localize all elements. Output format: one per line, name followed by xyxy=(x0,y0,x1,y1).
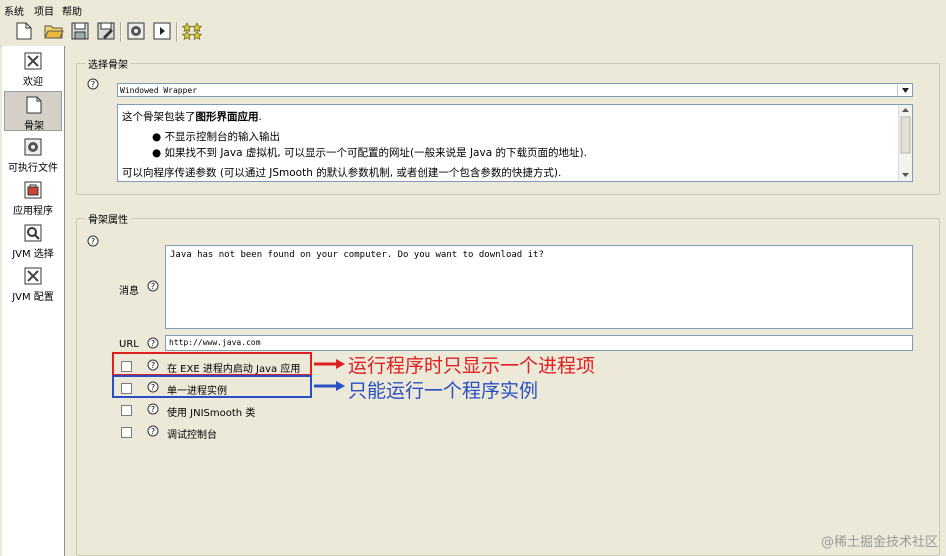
group-title: 骨架属性 xyxy=(85,211,131,226)
compile-icon[interactable] xyxy=(126,21,146,41)
desc-line: 可以向程序传递参数 (可以通过 JSmooth 的默认参数机制, 或者创建一个包… xyxy=(122,167,562,179)
message-textarea[interactable]: Java has not been found on your computer… xyxy=(165,245,913,329)
checkbox-label: 使用 JNISmooth 类 xyxy=(167,408,256,419)
menu-project[interactable]: 项目 xyxy=(34,3,54,18)
welcome-icon xyxy=(24,52,42,70)
checkbox-jnismooth[interactable] xyxy=(121,405,132,416)
watermark: @稀土掘金技术社区 xyxy=(820,535,938,550)
desc-bold: 图形界面应用 xyxy=(195,111,259,123)
toolbar-separator xyxy=(120,22,121,42)
blue-arrow-icon xyxy=(314,381,345,391)
menu-system[interactable]: 系统 xyxy=(4,3,24,18)
run-icon[interactable] xyxy=(152,21,172,41)
sidebar: 欢迎 骨架 可执行文件 应用程序 JVM 选择 JVM 配置 xyxy=(2,46,65,556)
open-folder-icon[interactable] xyxy=(44,21,64,41)
message-label: 消息 xyxy=(119,286,139,297)
svg-text:?: ? xyxy=(91,80,95,89)
group-title: 选择骨架 xyxy=(85,56,131,71)
executable-icon xyxy=(24,138,42,156)
help-icon[interactable]: ? xyxy=(147,425,159,437)
bullet-item: 不显示控制台的输入输出 xyxy=(164,131,281,143)
desc-suffix: . xyxy=(258,111,262,123)
sidebar-item-welcome[interactable]: 欢迎 xyxy=(4,48,62,88)
save-as-icon[interactable] xyxy=(96,21,116,41)
wizard-icon[interactable] xyxy=(182,21,202,41)
red-arrow-icon xyxy=(314,359,345,369)
save-icon[interactable] xyxy=(70,21,90,41)
jvm-config-icon xyxy=(24,267,42,285)
application-icon xyxy=(24,181,42,199)
desc-line: 这个骨架包装了 xyxy=(122,111,196,123)
red-highlight-box xyxy=(112,352,312,376)
svg-text:?: ? xyxy=(151,339,155,348)
svg-text:?: ? xyxy=(91,237,95,246)
description-text: 这个骨架包装了图形界面应用. ● 不显示控制台的输入输出 ● 如果找不到 Jav… xyxy=(122,109,892,181)
sidebar-item-executable[interactable]: 可执行文件 xyxy=(4,134,62,174)
main-panel: 选择骨架 ? Windowed Wrapper 这个骨架包装了图形界面应用. ●… xyxy=(66,46,946,556)
skeleton-select-group: 选择骨架 ? Windowed Wrapper 这个骨架包装了图形界面应用. ●… xyxy=(76,56,940,195)
skeleton-combo[interactable]: Windowed Wrapper xyxy=(117,83,913,97)
menu-help[interactable]: 帮助 xyxy=(62,3,82,18)
jvm-select-icon xyxy=(24,224,42,242)
skeleton-description: 这个骨架包装了图形界面应用. ● 不显示控制台的输入输出 ● 如果找不到 Jav… xyxy=(117,104,913,182)
sidebar-item-label: JVM 选择 xyxy=(12,249,54,260)
help-icon[interactable]: ? xyxy=(87,78,99,90)
svg-text:?: ? xyxy=(151,405,155,414)
sidebar-item-label: 骨架 xyxy=(24,121,44,132)
sidebar-item-skeleton[interactable]: 骨架 xyxy=(4,91,62,132)
url-label: URL xyxy=(119,339,139,350)
skeleton-combo-value: Windowed Wrapper xyxy=(120,86,198,95)
sidebar-item-jvm-config[interactable]: JVM 配置 xyxy=(4,263,62,303)
skeleton-icon xyxy=(25,96,43,114)
checkbox-label: 调试控制台 xyxy=(167,430,217,441)
sidebar-item-label: 可执行文件 xyxy=(8,163,58,174)
url-input[interactable]: http://www.java.com xyxy=(165,335,913,351)
help-icon[interactable]: ? xyxy=(147,280,159,292)
menu-bar: 系统 项目 帮助 xyxy=(0,0,946,18)
svg-text:?: ? xyxy=(151,427,155,436)
checkbox-debug-console[interactable] xyxy=(121,427,132,438)
red-annotation-text: 运行程序时只显示一个进程项 xyxy=(348,355,596,377)
toolbar xyxy=(0,18,946,47)
sidebar-item-label: 应用程序 xyxy=(13,206,53,217)
chevron-down-icon[interactable] xyxy=(897,84,912,96)
vertical-scrollbar[interactable] xyxy=(898,105,912,181)
sidebar-item-label: JVM 配置 xyxy=(12,292,54,303)
svg-text:?: ? xyxy=(151,282,155,291)
sidebar-item-label: 欢迎 xyxy=(23,77,43,88)
sidebar-item-application[interactable]: 应用程序 xyxy=(4,177,62,217)
help-icon[interactable]: ? xyxy=(147,337,159,349)
help-icon[interactable]: ? xyxy=(87,235,99,247)
toolbar-separator xyxy=(176,22,177,42)
blue-highlight-box xyxy=(112,375,312,398)
sidebar-item-jvm-select[interactable]: JVM 选择 xyxy=(4,220,62,260)
blue-annotation-text: 只能运行一个程序实例 xyxy=(348,380,539,402)
help-icon[interactable]: ? xyxy=(147,403,159,415)
new-file-icon[interactable] xyxy=(14,21,34,41)
bullet-item: 如果找不到 Java 虚拟机, 可以显示一个可配置的网址(一般来说是 Java … xyxy=(164,147,587,159)
